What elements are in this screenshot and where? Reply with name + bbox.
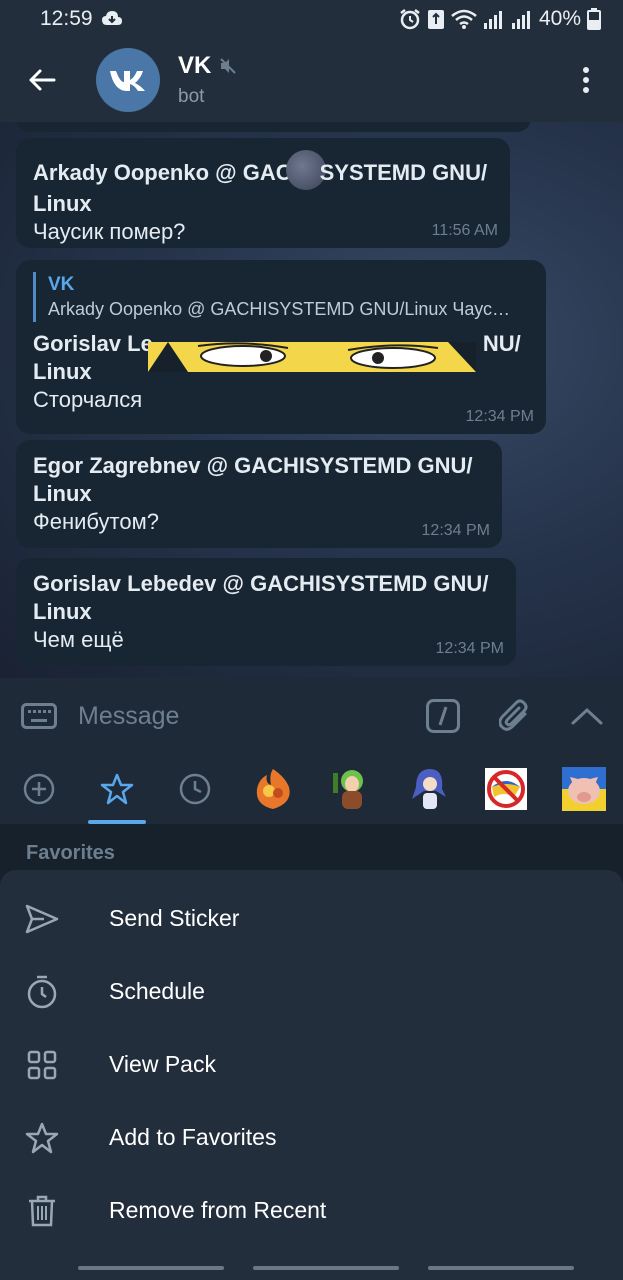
message-time: 12:34 PM — [421, 522, 490, 539]
collapse-button[interactable] — [551, 707, 623, 725]
more-vertical-icon — [583, 67, 589, 93]
keyboard-button[interactable] — [0, 703, 78, 729]
star-outline-icon — [25, 1122, 59, 1153]
tab-recent[interactable] — [156, 754, 234, 824]
status-bar: 12:59 40% — [0, 0, 623, 38]
back-button[interactable] — [0, 38, 84, 122]
signal-icon — [511, 9, 533, 29]
slash-command-icon — [426, 699, 460, 733]
clock-icon — [179, 773, 210, 805]
menu-item-view-pack[interactable]: View Pack — [0, 1028, 623, 1101]
send-icon — [25, 904, 59, 933]
cloud-icon — [101, 10, 123, 28]
menu-item-label: Send Sticker — [109, 905, 240, 931]
menu-item-label: Remove from Recent — [109, 1197, 327, 1223]
sticker-pig-icon — [562, 767, 607, 811]
message-sender: Gorislav Lebedev @ GACHISYSTEMD GNU/ — [33, 571, 489, 596]
trash-icon — [29, 1195, 55, 1226]
sticker-context-menu: Send Sticker Schedule View Pack Add to F… — [0, 870, 623, 1256]
tab-sticker-pack[interactable] — [234, 754, 312, 824]
sticker-tabs — [0, 754, 623, 824]
message-bubble[interactable]: Egor Zagrebnev @ GACHISYSTEMD GNU/ Linux… — [16, 440, 502, 548]
arrow-left-icon — [29, 69, 56, 91]
message-sender-suffix: NU/ — [482, 331, 521, 356]
reply-sender: VK — [48, 274, 75, 295]
menu-item-label: Schedule — [109, 978, 205, 1004]
message-sender-line2: Linux — [33, 599, 92, 624]
sticker-no-sign-icon — [485, 768, 528, 810]
message-text: Фенибутом? — [33, 509, 159, 534]
attach-button[interactable] — [479, 699, 551, 733]
grid-icon — [27, 1050, 57, 1079]
sticker-face-image — [148, 342, 476, 372]
tab-sticker-pack[interactable] — [545, 754, 623, 824]
battery-level: 40% — [538, 7, 581, 30]
star-icon — [100, 773, 134, 805]
reply-text: Arkady Oopenko @ GACHISYSTEMD GNU/Linux … — [48, 299, 516, 319]
message-sender-line2: Linux — [33, 191, 92, 216]
sticker-girl-blue-icon — [412, 769, 447, 809]
message-bubble[interactable]: Arkady Oopenko @ GAC SYSTEMD GNU/ Linux Ч… — [16, 138, 510, 248]
message-text: Чаусик помер? — [33, 219, 186, 244]
chat-subtitle: bot — [178, 86, 205, 107]
message-time: 12:34 PM — [435, 640, 504, 657]
tab-add[interactable] — [0, 754, 78, 824]
battery-icon — [587, 8, 601, 30]
signal-icon — [483, 9, 505, 29]
tab-sticker-pack[interactable] — [389, 754, 467, 824]
status-time: 12:59 — [40, 7, 93, 30]
vk-logo-icon — [110, 71, 145, 91]
nav-back-button[interactable] — [428, 1266, 574, 1270]
message-sender: Gorislav Le — [33, 331, 153, 356]
more-options-button[interactable] — [549, 38, 623, 122]
chat-area[interactable]: Arkady Oopenko @ GAC SYSTEMD GNU/ Linux Ч… — [0, 122, 623, 678]
bot-commands-button[interactable] — [407, 699, 479, 733]
favorites-title: Favorites — [26, 842, 115, 864]
recycle-icon — [427, 8, 445, 30]
keyboard-icon — [21, 703, 57, 729]
message-bubble[interactable]: Gorislav Lebedev @ GACHISYSTEMD GNU/ Lin… — [16, 558, 516, 666]
menu-item-add-to-favorites[interactable]: Add to Favorites — [0, 1101, 623, 1174]
system-nav-bar — [0, 1256, 623, 1280]
message-time: 11:56 AM — [431, 222, 498, 239]
alarm-icon — [399, 8, 421, 30]
nav-recents-button[interactable] — [78, 1266, 224, 1270]
message-input-bar: Message — [0, 678, 623, 754]
message-sender: Arkady Oopenko @ GAC — [33, 160, 292, 185]
message-sender-suffix: SYSTEMD GNU/ — [319, 160, 488, 185]
timer-icon — [27, 975, 57, 1008]
paperclip-icon — [499, 699, 528, 731]
chat-title[interactable]: VK — [178, 52, 211, 80]
message-input[interactable]: Message — [78, 702, 407, 731]
muted-icon — [220, 58, 237, 74]
message-sender: Egor Zagrebnev @ GACHISYSTEMD GNU/ — [33, 453, 473, 478]
reply-quote[interactable]: VK Arkady Oopenko @ GACHISYSTEMD GNU/Lin… — [33, 272, 530, 322]
add-icon — [23, 773, 55, 805]
menu-item-label: Add to Favorites — [109, 1124, 277, 1150]
tab-favorites[interactable] — [78, 754, 156, 824]
sticker-fire-icon — [256, 769, 290, 809]
avatar[interactable] — [96, 48, 160, 112]
sticker-girl-green-icon — [333, 770, 364, 809]
nav-home-button[interactable] — [253, 1266, 399, 1270]
message-text: Чем ещё — [33, 627, 124, 652]
menu-item-schedule[interactable]: Schedule — [0, 955, 623, 1028]
message-bubble-partial[interactable] — [16, 122, 531, 132]
wifi-icon — [451, 9, 477, 29]
chevron-up-icon — [571, 707, 603, 725]
menu-item-send-sticker[interactable]: Send Sticker — [0, 882, 623, 955]
tab-sticker-pack[interactable] — [467, 754, 545, 824]
message-time: 12:34 PM — [465, 408, 534, 425]
message-sender-line2: Linux — [33, 481, 92, 506]
menu-item-remove-from-recent[interactable]: Remove from Recent — [0, 1174, 623, 1247]
menu-item-label: View Pack — [109, 1051, 216, 1077]
chat-header: VK bot — [0, 38, 623, 122]
tab-sticker-pack[interactable] — [312, 754, 390, 824]
message-text: Сторчался — [33, 387, 143, 412]
